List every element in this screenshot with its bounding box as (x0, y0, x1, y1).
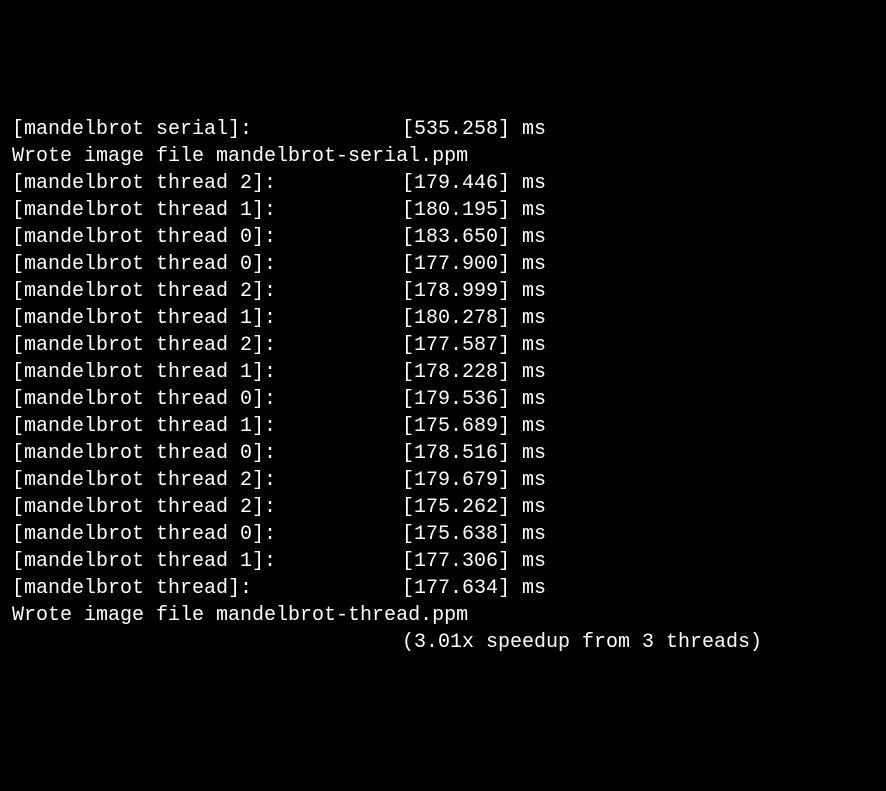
timing-line: [mandelbrot thread 1]:[180.278] ms (12, 305, 874, 332)
timing-line: [mandelbrot thread 0]:[175.638] ms (12, 521, 874, 548)
timing-line: [mandelbrot thread 2]:[177.587] ms (12, 332, 874, 359)
timing-line: [mandelbrot thread 1]:[180.195] ms (12, 197, 874, 224)
timing-label: [mandelbrot thread 2]: (12, 278, 402, 305)
timing-label: [mandelbrot thread 1]: (12, 305, 402, 332)
timing-label: [mandelbrot thread 1]: (12, 548, 402, 575)
timing-value: [178.999] ms (402, 278, 546, 305)
timing-line: [mandelbrot thread]:[177.634] ms (12, 575, 874, 602)
timing-label: [mandelbrot thread 1]: (12, 197, 402, 224)
timing-line: [mandelbrot thread 1]:[175.689] ms (12, 413, 874, 440)
timing-label: [mandelbrot thread 1]: (12, 359, 402, 386)
timing-line: [mandelbrot thread 2]:[175.262] ms (12, 494, 874, 521)
timing-label: [mandelbrot thread]: (12, 575, 402, 602)
timing-line: [mandelbrot thread 1]:[178.228] ms (12, 359, 874, 386)
timing-label: [mandelbrot thread 2]: (12, 467, 402, 494)
timing-value: [177.634] ms (402, 575, 546, 602)
message-line: Wrote image file mandelbrot-thread.ppm (12, 602, 874, 629)
timing-label: [mandelbrot thread 2]: (12, 170, 402, 197)
timing-value: [177.306] ms (402, 548, 546, 575)
timing-line: [mandelbrot thread 0]:[178.516] ms (12, 440, 874, 467)
speedup-line: (3.01x speedup from 3 threads) (12, 629, 874, 656)
timing-value: [179.536] ms (402, 386, 546, 413)
timing-label: [mandelbrot thread 2]: (12, 332, 402, 359)
timing-line: [mandelbrot serial]:[535.258] ms (12, 116, 874, 143)
timing-label: [mandelbrot thread 0]: (12, 386, 402, 413)
timing-value: [175.638] ms (402, 521, 546, 548)
timing-value: [175.262] ms (402, 494, 546, 521)
timing-line: [mandelbrot thread 2]:[179.679] ms (12, 467, 874, 494)
timing-value: [179.446] ms (402, 170, 546, 197)
timing-line: [mandelbrot thread 1]:[177.306] ms (12, 548, 874, 575)
timing-label: [mandelbrot thread 0]: (12, 521, 402, 548)
timing-value: [177.900] ms (402, 251, 546, 278)
timing-value: [177.587] ms (402, 332, 546, 359)
timing-value: [178.228] ms (402, 359, 546, 386)
timing-value: [535.258] ms (402, 116, 546, 143)
timing-label: [mandelbrot serial]: (12, 116, 402, 143)
message-line: Wrote image file mandelbrot-serial.ppm (12, 143, 874, 170)
timing-line: [mandelbrot thread 0]:[183.650] ms (12, 224, 874, 251)
timing-label: [mandelbrot thread 2]: (12, 494, 402, 521)
timing-value: [180.195] ms (402, 197, 546, 224)
timing-label: [mandelbrot thread 0]: (12, 440, 402, 467)
timing-label: [mandelbrot thread 0]: (12, 224, 402, 251)
timing-line: [mandelbrot thread 2]:[178.999] ms (12, 278, 874, 305)
timing-line: [mandelbrot thread 2]:[179.446] ms (12, 170, 874, 197)
timing-line: [mandelbrot thread 0]:[177.900] ms (12, 251, 874, 278)
timing-value: [175.689] ms (402, 413, 546, 440)
timing-value: [179.679] ms (402, 467, 546, 494)
timing-line: [mandelbrot thread 0]:[179.536] ms (12, 386, 874, 413)
timing-value: [183.650] ms (402, 224, 546, 251)
timing-value: [180.278] ms (402, 305, 546, 332)
terminal-output: [mandelbrot serial]:[535.258] msWrote im… (12, 116, 874, 656)
timing-value: [178.516] ms (402, 440, 546, 467)
timing-label: [mandelbrot thread 0]: (12, 251, 402, 278)
timing-label: [mandelbrot thread 1]: (12, 413, 402, 440)
